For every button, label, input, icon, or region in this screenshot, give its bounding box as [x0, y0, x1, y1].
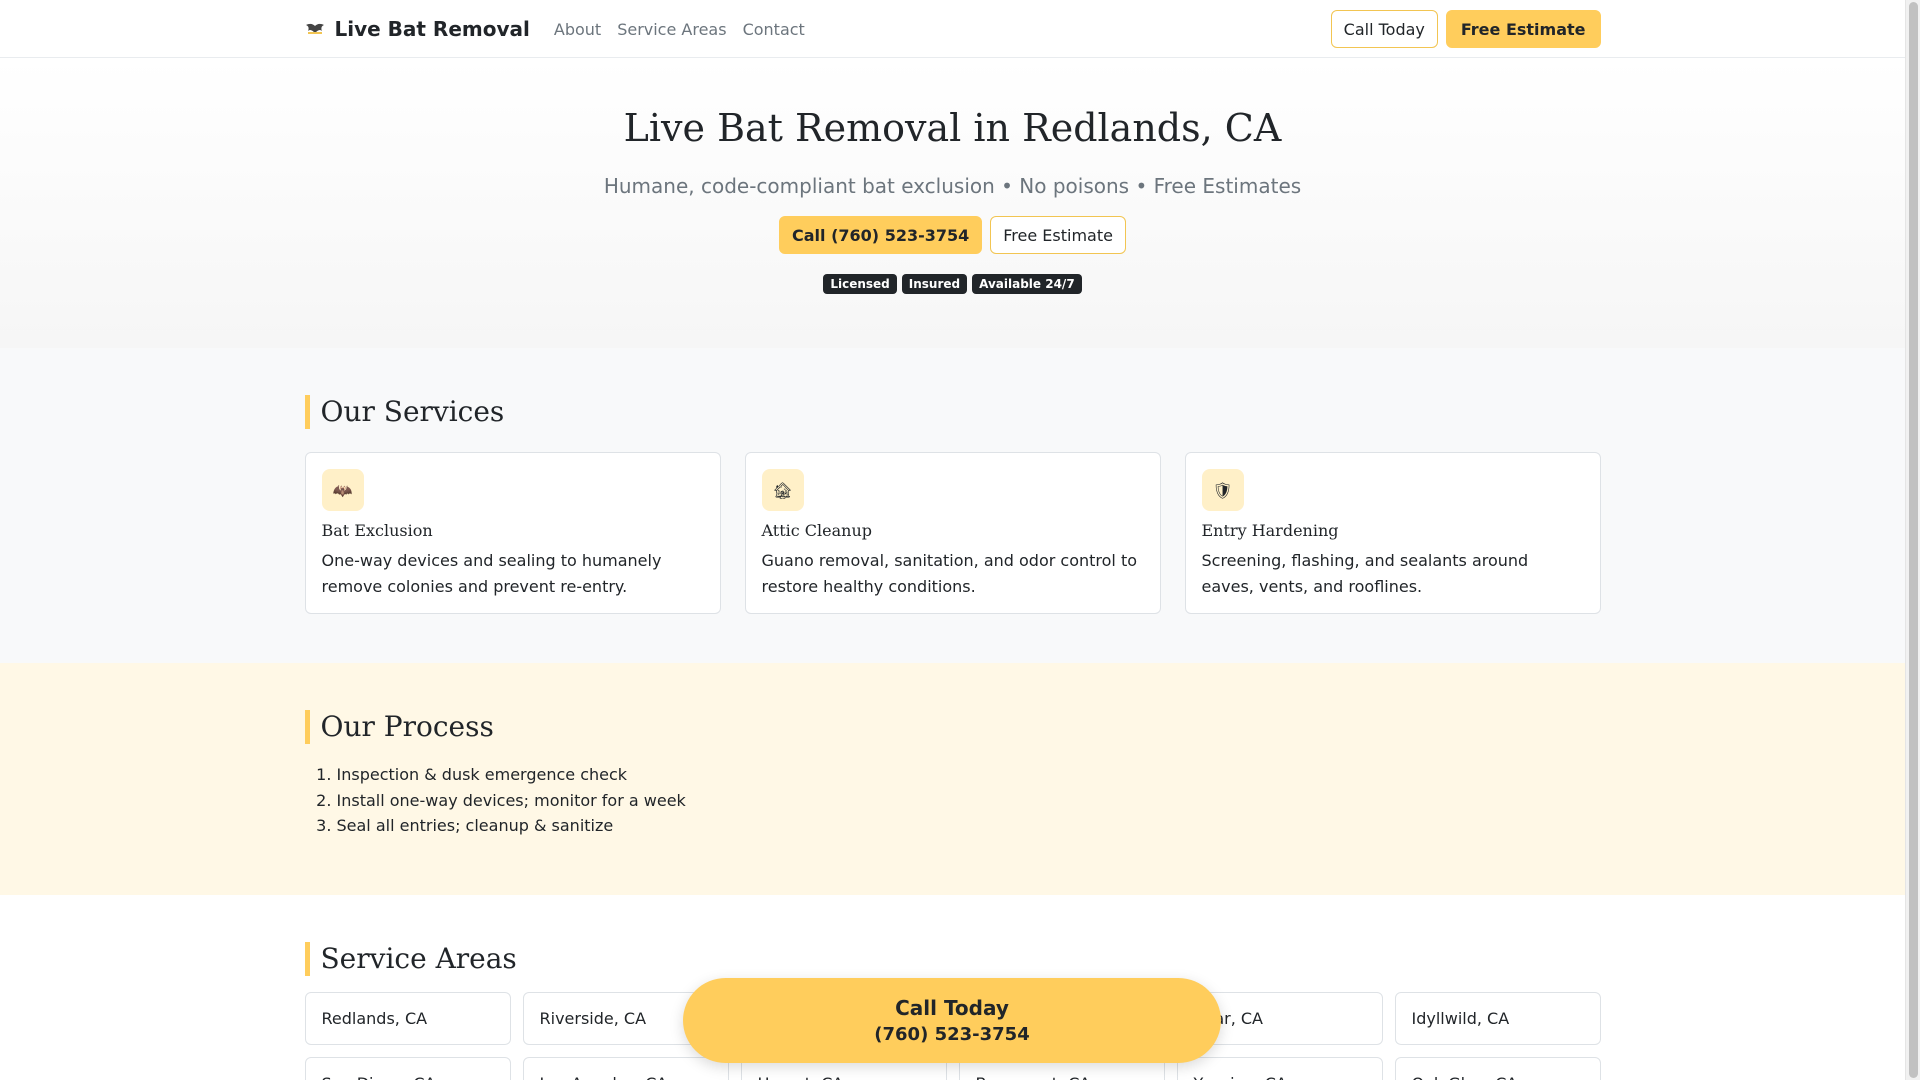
process-section: Our Process Inspection & dusk emergence …: [0, 663, 1905, 895]
badges: Licensed Insured Available 24/7: [0, 274, 1905, 294]
call-today-button[interactable]: Call Today: [1330, 10, 1438, 48]
nav-link-service-areas[interactable]: Service Areas: [617, 20, 726, 39]
nav-actions: Call Today Free Estimate: [1330, 10, 1601, 48]
services-section: Our Services 🦇 Bat Exclusion One-way dev…: [0, 348, 1905, 663]
service-card: 🏚 Attic Cleanup Guano removal, sanitatio…: [744, 452, 1161, 614]
process-steps: Inspection & dusk emergence check Instal…: [305, 762, 1601, 839]
page: Live Bat Removal About Service Areas Con…: [0, 0, 1905, 1080]
process-step: Inspection & dusk emergence check: [337, 762, 1601, 788]
scrollbar-thumb[interactable]: [1909, 2, 1918, 1078]
service-card-text: Screening, flashing, and sealants around…: [1201, 551, 1529, 596]
area-item[interactable]: Redlands, CA: [304, 992, 511, 1045]
nav-link-contact[interactable]: Contact: [743, 20, 805, 39]
services-cards: 🦇 Bat Exclusion One-way devices and seal…: [304, 452, 1601, 614]
bat-logo-icon: [305, 19, 325, 39]
area-item[interactable]: Yucaipa, CA: [1176, 1057, 1383, 1080]
service-card: 🦇 Bat Exclusion One-way devices and seal…: [304, 452, 721, 614]
hero-actions: Call (760) 523-3754 Free Estimate: [0, 216, 1905, 254]
badge-licensed: Licensed: [823, 274, 897, 294]
hero-lead: Humane, code-compliant bat exclusion • N…: [603, 174, 1302, 198]
services-title: Our Services: [304, 395, 1601, 429]
service-card: 🛡 Entry Hardening Screening, flashing, a…: [1184, 452, 1601, 614]
floating-call-phone: (760) 523-3754: [874, 1024, 1030, 1045]
service-card-text: Guano removal, sanitation, and odor cont…: [761, 551, 1138, 596]
page-title: Live Bat Removal in Redlands, CA: [623, 106, 1282, 150]
shield-icon: 🛡: [1201, 469, 1244, 511]
process-title: Our Process: [304, 710, 1601, 744]
floating-call-label: Call Today: [895, 996, 1009, 1020]
area-item[interactable]: Idyllwild, CA: [1394, 992, 1601, 1045]
floating-call-button[interactable]: Call Today (760) 523-3754: [683, 978, 1221, 1063]
hero: Live Bat Removal in Redlands, CA Humane,…: [0, 58, 1905, 348]
service-card-title: Entry Hardening: [1201, 521, 1339, 540]
navbar: Live Bat Removal About Service Areas Con…: [0, 0, 1905, 58]
area-item[interactable]: Oak Glen, CA: [1394, 1057, 1601, 1080]
service-card-title: Bat Exclusion: [321, 521, 433, 540]
area-item[interactable]: San Diego, CA: [304, 1057, 511, 1080]
service-areas-title: Service Areas: [304, 942, 1601, 976]
badge-available: Available 24/7: [972, 274, 1082, 294]
brand-name: Live Bat Removal: [334, 17, 530, 41]
process-step: Seal all entries; cleanup & sanitize: [337, 813, 1601, 839]
page-scrollbar[interactable]: [1905, 0, 1920, 1080]
free-estimate-button[interactable]: Free Estimate: [1445, 10, 1601, 48]
nav-link-about[interactable]: About: [554, 20, 601, 39]
hero-call-button[interactable]: Call (760) 523-3754: [779, 216, 983, 254]
bat-icon: 🦇: [321, 469, 364, 511]
brand-link[interactable]: Live Bat Removal: [305, 17, 530, 41]
service-card-title: Attic Cleanup: [761, 521, 873, 540]
process-step: Install one-way devices; monitor for a w…: [337, 788, 1601, 814]
area-item[interactable]: Los Angeles, CA: [522, 1057, 729, 1080]
house-icon: 🏚: [761, 469, 804, 511]
badge-insured: Insured: [901, 274, 968, 294]
service-card-text: One-way devices and sealing to humanely …: [321, 551, 662, 596]
hero-estimate-button[interactable]: Free Estimate: [990, 216, 1126, 254]
